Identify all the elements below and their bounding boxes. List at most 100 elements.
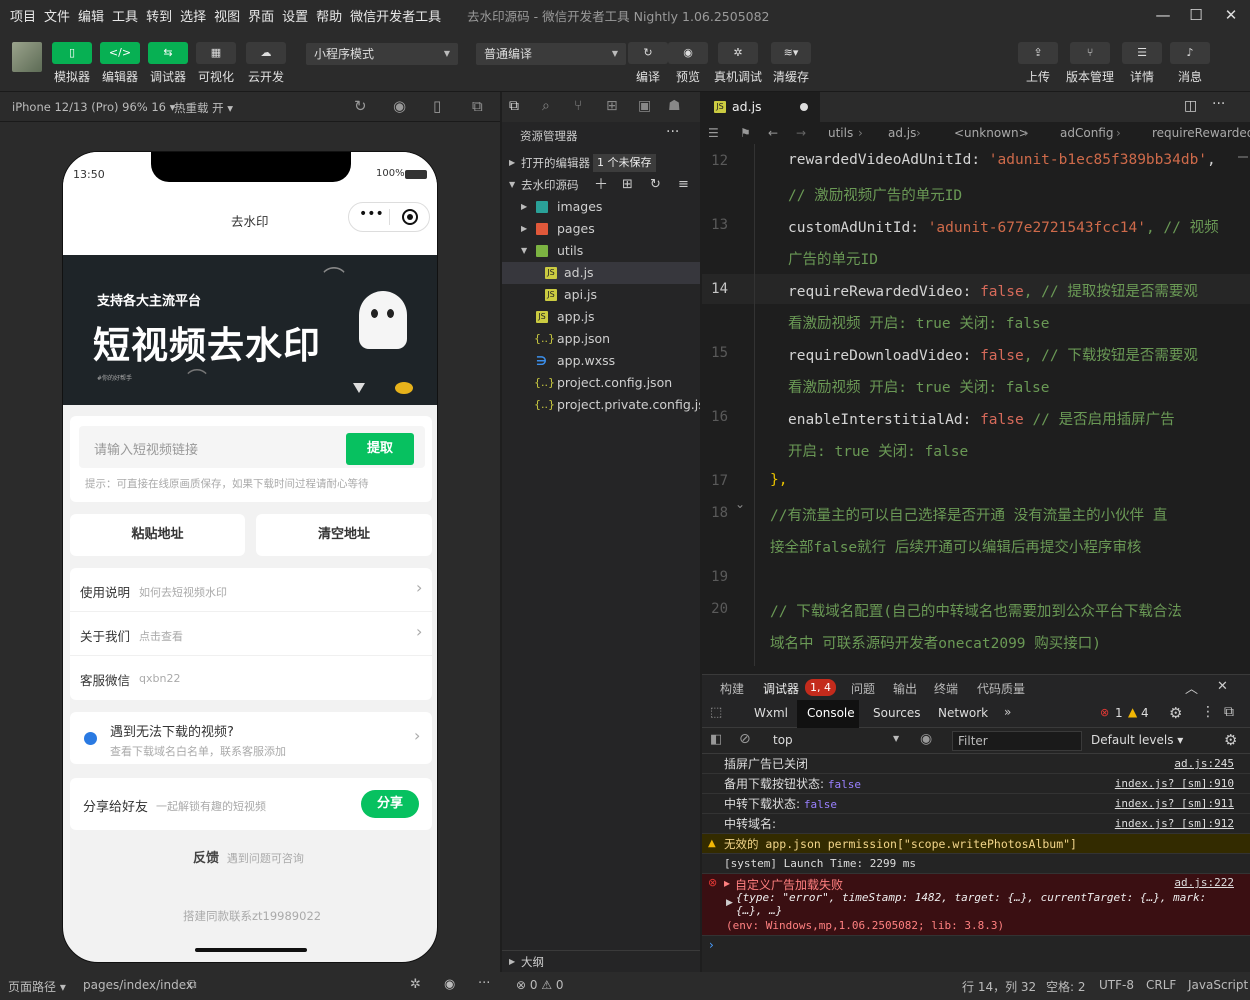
- open-editors-section[interactable]: ▶ 打开的编辑器 1 个未保存: [502, 152, 700, 174]
- close-miniprogram-icon[interactable]: [402, 209, 418, 225]
- tree-item-project-config[interactable]: {..} project.config.json: [502, 372, 700, 394]
- outline-section[interactable]: ▶ 大纲: [502, 950, 700, 972]
- menu-project[interactable]: 项目: [10, 6, 36, 25]
- new-folder-icon[interactable]: ⊞: [622, 174, 633, 196]
- refresh-icon[interactable]: ↻: [650, 174, 661, 196]
- code-editor[interactable]: 12 13 14 15 16 17 18 19 20 ⌄ rewardedVid…: [702, 144, 1250, 666]
- context-select[interactable]: top ▼: [768, 731, 908, 751]
- new-file-icon[interactable]: ＋: [594, 174, 608, 196]
- tab-output[interactable]: 输出: [893, 680, 917, 697]
- warning-count[interactable]: 4: [1141, 706, 1149, 720]
- page-path-select[interactable]: 页面路径 ▾: [8, 978, 66, 995]
- version-button[interactable]: ⑂ 版本管理: [1066, 42, 1114, 88]
- upload-button[interactable]: ⇪ 上传: [1018, 42, 1058, 88]
- box-icon[interactable]: ▣: [638, 98, 651, 114]
- breadcrumb-symbol[interactable]: requireRewarded: [1152, 122, 1250, 144]
- fold-chevron-icon[interactable]: ⌄: [735, 497, 745, 511]
- project-section[interactable]: ▼ 去水印源码 ＋ ⊞ ↻ ≡: [502, 174, 700, 196]
- eye-icon[interactable]: ◉: [444, 977, 455, 992]
- tree-item-app-wxss[interactable]: ∋ app.wxss: [502, 350, 700, 372]
- gear-icon[interactable]: ⚙: [1169, 704, 1182, 722]
- menu-edit[interactable]: 编辑: [78, 6, 104, 25]
- tree-item-app-json[interactable]: {..} app.json: [502, 328, 700, 350]
- more-tabs-icon[interactable]: »: [1004, 705, 1011, 719]
- collapse-icon[interactable]: ≡: [678, 174, 689, 196]
- expand-arrow-icon[interactable]: ▶: [726, 898, 733, 908]
- kebab-icon[interactable]: ⋮: [1201, 704, 1215, 720]
- breadcrumb-utils[interactable]: utils: [828, 122, 853, 144]
- tab-code-quality[interactable]: 代码质量: [977, 680, 1025, 697]
- unsaved-dot-icon[interactable]: [800, 103, 808, 111]
- paste-button[interactable]: 粘贴地址: [70, 514, 245, 556]
- menu-select[interactable]: 选择: [180, 6, 206, 25]
- breadcrumb-adconfig[interactable]: adConfig: [1060, 122, 1113, 144]
- chevron-up-icon[interactable]: ︿: [1185, 678, 1198, 697]
- extensions-icon[interactable]: ⊞: [606, 98, 618, 114]
- tab-build[interactable]: 构建: [720, 680, 744, 697]
- inspect-icon[interactable]: ⬚: [710, 705, 722, 720]
- menu-interface[interactable]: 界面: [248, 6, 274, 25]
- hot-reload-toggle[interactable]: 热重载 开 ▾: [174, 100, 233, 116]
- editor-button[interactable]: </> 编辑器: [100, 42, 140, 88]
- tab-debugger[interactable]: 调试器: [763, 680, 799, 697]
- tree-item-app-js[interactable]: JS app.js: [502, 306, 700, 328]
- menu-help[interactable]: 帮助: [316, 6, 342, 25]
- forward-icon[interactable]: →: [796, 122, 806, 144]
- dock-icon[interactable]: ⧉: [1224, 704, 1234, 720]
- clear-button[interactable]: 清空地址: [256, 514, 432, 556]
- more-icon[interactable]: •••: [359, 206, 384, 222]
- rotate-icon[interactable]: ↻: [354, 97, 367, 115]
- breadcrumb-unknown[interactable]: <unknown>: [954, 122, 1029, 144]
- tab-sources[interactable]: Sources: [873, 706, 920, 720]
- remote-debug-button[interactable]: ✲ 真机调试: [714, 42, 762, 88]
- share-button[interactable]: 分享: [361, 790, 419, 818]
- problems-indicator[interactable]: ⊗ 0 ⚠ 0: [516, 978, 564, 992]
- menu-view[interactable]: 视图: [214, 6, 240, 25]
- back-icon[interactable]: ←: [768, 122, 778, 144]
- phone-icon[interactable]: ▯: [433, 97, 441, 115]
- mode-select[interactable]: 小程序模式 ▼: [306, 43, 458, 65]
- messages-button[interactable]: ♪ 消息: [1170, 42, 1210, 88]
- notice-card[interactable]: 遇到无法下载的视频? 查看下载域名白名单，联系客服添加 ›: [70, 712, 432, 764]
- cloud-button[interactable]: ☁ 云开发: [246, 42, 286, 88]
- close-panel-icon[interactable]: ✕: [1217, 679, 1228, 694]
- menu-wechat-devtools[interactable]: 微信开发者工具: [350, 6, 441, 25]
- visual-button[interactable]: ▦ 可视化: [196, 42, 236, 88]
- tree-item-pages[interactable]: ▶ pages: [502, 218, 700, 240]
- files-icon[interactable]: ⧉: [509, 98, 519, 114]
- indentation[interactable]: 空格: 2: [1046, 978, 1086, 995]
- levels-select[interactable]: Default levels ▾: [1091, 733, 1183, 747]
- simulator-button[interactable]: ▯ 模拟器: [52, 42, 92, 88]
- popout-icon[interactable]: ⧉: [472, 97, 483, 115]
- sidebar-toggle-icon[interactable]: ◧: [710, 732, 722, 747]
- expand-arrow-icon[interactable]: ▸: [724, 876, 730, 890]
- menu-file[interactable]: 文件: [44, 6, 70, 25]
- copy-icon[interactable]: ⧉: [188, 977, 197, 992]
- avatar[interactable]: [12, 42, 42, 72]
- record-icon[interactable]: ◉: [393, 97, 406, 115]
- minimize-icon[interactable]: —: [1152, 4, 1174, 26]
- debugger-button[interactable]: ⇆ 调试器: [148, 42, 188, 88]
- capsule-menu[interactable]: •••: [348, 202, 430, 232]
- more-icon[interactable]: ···: [478, 976, 490, 991]
- split-editor-icon[interactable]: ◫: [1184, 98, 1197, 114]
- tab-console[interactable]: Console: [797, 700, 859, 728]
- more-icon[interactable]: ···: [1212, 96, 1225, 112]
- device-select[interactable]: iPhone 12/13 (Pro) 96% 16 ▾: [12, 100, 175, 114]
- maximize-icon[interactable]: ☐: [1185, 4, 1207, 26]
- clear-console-icon[interactable]: ⊘: [739, 731, 751, 747]
- details-button[interactable]: ☰ 详情: [1122, 42, 1162, 88]
- tree-item-images[interactable]: ▶ images: [502, 196, 700, 218]
- tree-item-utils[interactable]: ▼ utils: [502, 240, 700, 262]
- console-prompt[interactable]: ›: [709, 938, 714, 952]
- tree-item-project-private-config[interactable]: {..} project.private.config.js...: [502, 394, 700, 416]
- menu-settings[interactable]: 设置: [282, 6, 308, 25]
- tab-terminal[interactable]: 终端: [934, 680, 958, 697]
- close-icon[interactable]: ✕: [1220, 4, 1242, 26]
- git-icon[interactable]: ⑂: [574, 98, 582, 114]
- bug-icon[interactable]: ✲: [410, 977, 421, 992]
- menu-tools[interactable]: 工具: [112, 6, 138, 25]
- tree-item-api-js[interactable]: JS api.js: [502, 284, 700, 306]
- tree-item-ad-js[interactable]: JS ad.js: [502, 262, 700, 284]
- list-icon[interactable]: ☰: [708, 122, 719, 144]
